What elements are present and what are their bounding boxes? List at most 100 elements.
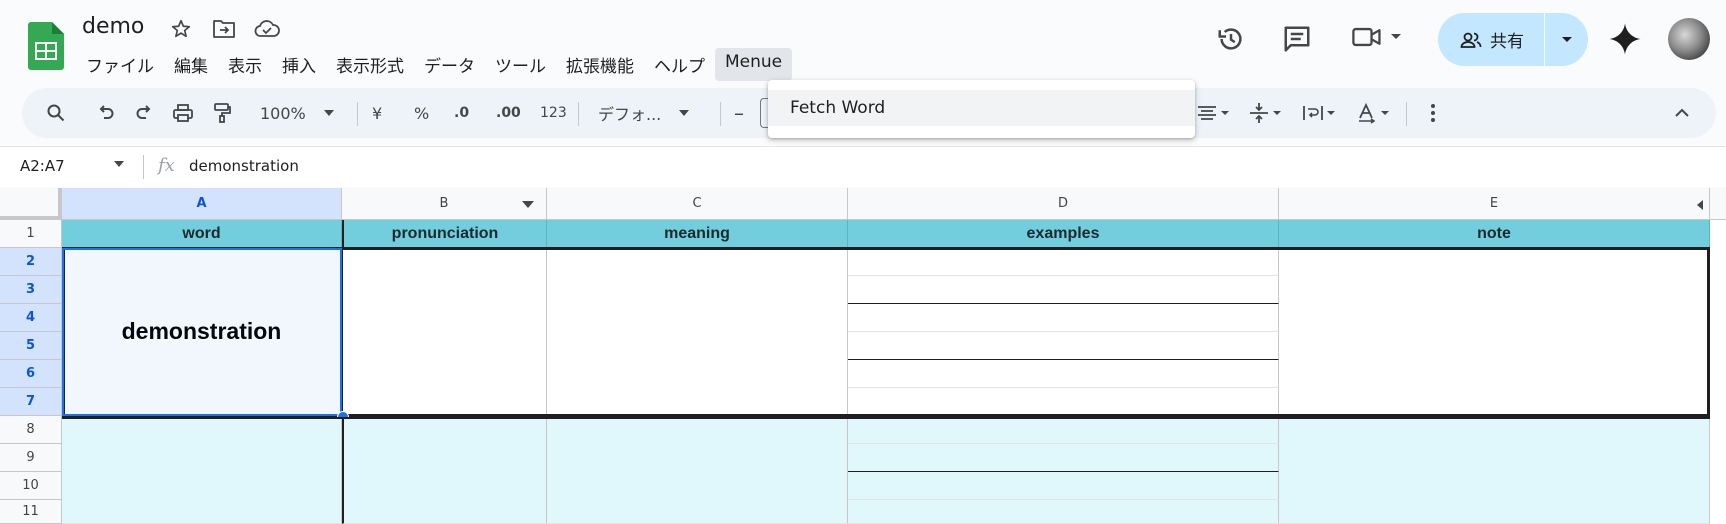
example-cell[interactable] xyxy=(848,472,1279,500)
column-header-d[interactable]: D xyxy=(848,188,1279,220)
meaning-cell[interactable] xyxy=(547,248,848,416)
row-header-7[interactable]: 7 xyxy=(0,388,62,416)
row-header-9[interactable]: 9 xyxy=(0,444,62,472)
cloud-saved-icon[interactable] xyxy=(254,18,280,40)
currency-format-button[interactable]: ¥ xyxy=(372,88,382,138)
version-history-icon[interactable] xyxy=(1216,24,1246,54)
decrease-decimal-button[interactable]: .0 xyxy=(454,88,469,138)
menu-data[interactable]: データ xyxy=(414,48,485,81)
header-cell-pronunciation[interactable]: pronunciation xyxy=(342,220,547,248)
font-select[interactable]: デフォ... xyxy=(598,88,690,138)
column-header-b[interactable]: B xyxy=(342,188,547,220)
example-cell[interactable] xyxy=(848,500,1279,524)
collapse-toolbar-icon[interactable] xyxy=(1674,88,1690,138)
note-cell[interactable] xyxy=(1279,417,1710,524)
toolbar-divider xyxy=(1406,102,1407,126)
select-all-corner[interactable] xyxy=(0,188,62,220)
menu-help[interactable]: ヘルプ xyxy=(644,48,715,81)
example-cell[interactable] xyxy=(848,417,1279,444)
menu-menue[interactable]: Menue xyxy=(715,48,793,81)
toolbar-divider xyxy=(720,102,721,126)
example-cell[interactable] xyxy=(848,332,1279,360)
example-cell[interactable] xyxy=(848,388,1279,416)
more-options-icon[interactable] xyxy=(1430,88,1436,138)
word-cell[interactable] xyxy=(62,417,342,524)
text-rotation-button[interactable] xyxy=(1356,88,1392,138)
header-cell-word[interactable]: word xyxy=(62,220,342,248)
example-cell[interactable] xyxy=(848,360,1279,388)
row-header-3[interactable]: 3 xyxy=(0,276,62,304)
comment-icon[interactable] xyxy=(1282,24,1312,54)
menu-format[interactable]: 表示形式 xyxy=(326,48,414,81)
redo-icon[interactable] xyxy=(134,88,154,138)
row-header-8[interactable]: 8 xyxy=(0,416,62,444)
header-cell-note[interactable]: note xyxy=(1279,220,1710,248)
decrease-font-size-button[interactable]: – xyxy=(734,88,744,138)
chevron-left-icon[interactable] xyxy=(1697,200,1703,210)
column-header-e[interactable]: E xyxy=(1279,188,1710,220)
sheets-logo-icon[interactable] xyxy=(28,22,64,70)
menu-insert[interactable]: 挿入 xyxy=(272,48,326,81)
share-button[interactable]: 共有 xyxy=(1438,13,1544,66)
sheet-grid: A B C D E 1 2 3 4 5 6 7 8 9 10 11 word p… xyxy=(0,188,1726,524)
row-header-4[interactable]: 4 xyxy=(0,304,62,332)
menu-tools[interactable]: ツール xyxy=(485,48,556,81)
more-formats-button[interactable]: 123 xyxy=(540,88,567,138)
share-label: 共有 xyxy=(1490,32,1524,52)
document-title[interactable]: demo xyxy=(82,14,144,39)
text-wrap-button[interactable] xyxy=(1302,88,1338,138)
share-options-button[interactable] xyxy=(1545,13,1588,66)
meaning-cell[interactable] xyxy=(547,417,848,524)
entry-block-border xyxy=(62,417,1710,419)
print-icon[interactable] xyxy=(172,88,194,138)
column-header-a[interactable]: A xyxy=(62,188,342,220)
example-cell[interactable] xyxy=(848,248,1279,276)
menu-extensions[interactable]: 拡張機能 xyxy=(556,48,644,81)
avatar[interactable] xyxy=(1668,18,1710,60)
chevron-down-icon xyxy=(323,110,334,116)
paint-format-icon[interactable] xyxy=(212,88,232,138)
example-cell[interactable] xyxy=(848,304,1279,332)
row-header-6[interactable]: 6 xyxy=(0,360,62,388)
row-header-5[interactable]: 5 xyxy=(0,332,62,360)
formula-input[interactable]: demonstration xyxy=(189,157,299,175)
horizontal-align-button[interactable] xyxy=(1196,88,1232,138)
header-cell-examples[interactable]: examples xyxy=(848,220,1279,248)
menu-view[interactable]: 表示 xyxy=(218,48,272,81)
chevron-down-icon xyxy=(679,110,690,116)
vertical-align-button[interactable] xyxy=(1248,88,1284,138)
column-letter: E xyxy=(1489,196,1499,211)
column-header-filler xyxy=(1710,188,1726,220)
row-header-10[interactable]: 10 xyxy=(0,472,62,500)
filter-dropdown-icon[interactable] xyxy=(522,201,534,208)
gemini-icon[interactable] xyxy=(1608,22,1642,56)
search-icon[interactable] xyxy=(46,88,66,138)
merged-word-cell[interactable]: demonstration xyxy=(62,248,342,416)
share-people-icon xyxy=(1460,31,1482,49)
note-cell[interactable] xyxy=(1279,248,1710,416)
minus-label: – xyxy=(734,101,744,125)
menu-file[interactable]: ファイル xyxy=(76,48,164,81)
zoom-select[interactable]: 100% xyxy=(260,88,334,138)
column-header-c[interactable]: C xyxy=(547,188,848,220)
example-cell[interactable] xyxy=(848,444,1279,472)
menu-item-fetch-word[interactable]: Fetch Word xyxy=(768,90,1195,126)
pronunciation-cell[interactable] xyxy=(342,248,547,416)
video-call-button[interactable] xyxy=(1350,22,1402,52)
move-folder-icon[interactable] xyxy=(212,18,236,40)
header-cell-meaning[interactable]: meaning xyxy=(547,220,848,248)
menu-edit[interactable]: 編集 xyxy=(164,48,218,81)
formula-bar: A2:A7 fx demonstration xyxy=(0,146,1726,187)
undo-icon[interactable] xyxy=(96,88,116,138)
row-header-2[interactable]: 2 xyxy=(0,248,62,276)
increase-decimal-button[interactable]: .00 xyxy=(496,88,521,138)
percent-format-button[interactable]: % xyxy=(414,88,429,138)
chevron-down-icon[interactable] xyxy=(114,161,124,167)
row-header-11[interactable]: 11 xyxy=(0,500,62,524)
pronunciation-cell[interactable] xyxy=(342,417,547,524)
name-box[interactable]: A2:A7 xyxy=(20,157,65,175)
example-cell[interactable] xyxy=(848,276,1279,304)
chevron-down-icon xyxy=(1561,36,1573,44)
star-icon[interactable] xyxy=(170,18,192,40)
row-header-1[interactable]: 1 xyxy=(0,220,62,248)
